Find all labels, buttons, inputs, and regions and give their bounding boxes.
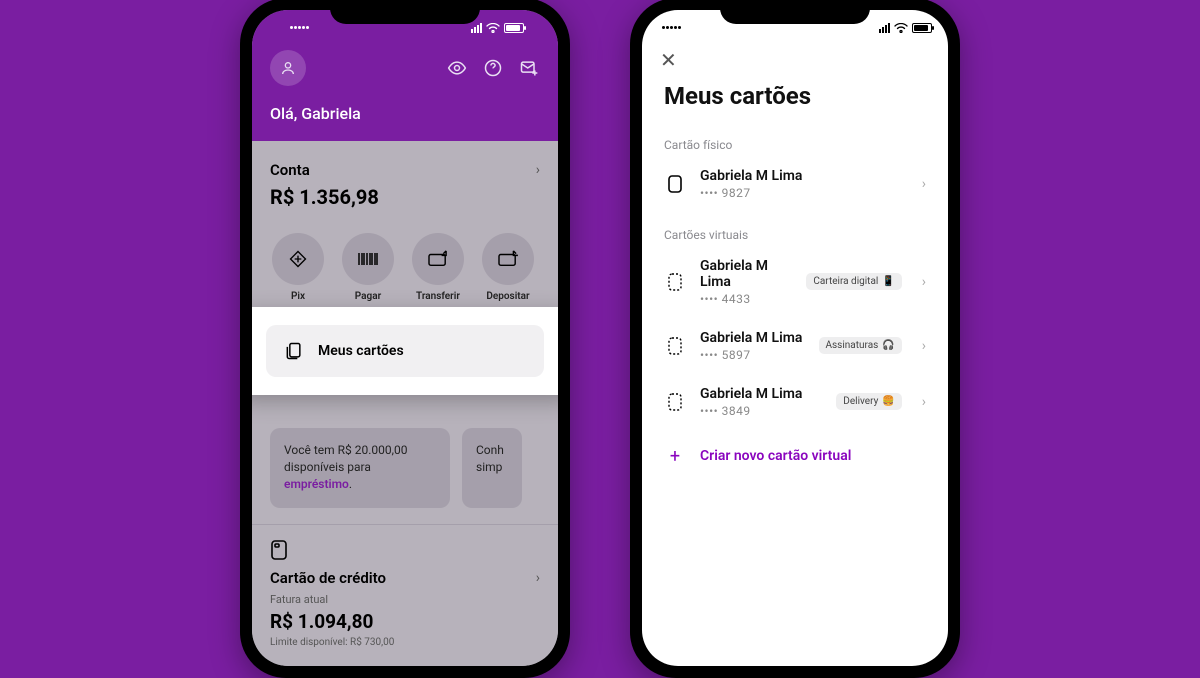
credit-sub: Fatura atual — [270, 593, 540, 606]
account-section[interactable]: Conta › R$ 1.356,98 — [252, 155, 558, 219]
credit-card-section[interactable]: Cartão de crédito › Fatura atual R$ 1.09… — [252, 525, 558, 648]
visibility-toggle[interactable] — [446, 57, 468, 79]
tip-text: disponíveis para — [284, 460, 371, 474]
card-name: Gabriela M Lima — [700, 386, 822, 402]
section-virtual: Cartões virtuais — [642, 222, 948, 246]
card-last4: •••• 5897 — [700, 348, 805, 362]
card-dashed-icon — [667, 392, 683, 412]
chevron-right-icon: › — [922, 338, 926, 354]
greeting: Olá, Gabriela — [270, 104, 540, 123]
wifi-icon — [486, 23, 500, 33]
chevron-right-icon: › — [536, 162, 540, 178]
my-cards-button[interactable]: Meus cartões — [252, 307, 558, 395]
action-label: Depositar — [486, 291, 529, 302]
page-title: Meus cartões — [642, 72, 948, 132]
virtual-card-row[interactable]: Gabriela M Lima •••• 5897 Assinaturas 🎧 … — [642, 318, 948, 374]
help-icon — [483, 58, 503, 78]
action-deposit[interactable]: Depositar — [480, 233, 536, 302]
cards-stack-icon — [284, 341, 304, 361]
card-name: Gabriela M Lima — [700, 168, 902, 184]
physical-card-row[interactable]: Gabriela M Lima •••• 9827 › — [642, 156, 948, 212]
invite-button[interactable] — [518, 57, 540, 79]
phone-cards: ✕ Meus cartões Cartão físico Gabriela M … — [630, 0, 960, 678]
battery-icon — [912, 23, 932, 33]
credit-amount: R$ 1.094,80 — [270, 610, 540, 633]
wifi-icon — [894, 23, 908, 33]
card-dashed-icon — [667, 272, 683, 292]
action-transfer[interactable]: Transferir — [410, 233, 466, 302]
action-pix[interactable]: Pix — [270, 233, 326, 302]
battery-icon — [504, 23, 524, 33]
user-icon — [280, 60, 296, 76]
card-last4: •••• 9827 — [700, 186, 902, 200]
close-button[interactable]: ✕ — [660, 48, 677, 72]
phone-home: Olá, Gabriela Conta › R$ 1.356,98 Pix — [240, 0, 570, 678]
tip-loan[interactable]: Você tem R$ 20.000,00 disponíveis para e… — [270, 428, 450, 508]
section-physical: Cartão físico — [642, 132, 948, 156]
plus-icon: + — [664, 446, 686, 467]
eye-icon — [447, 58, 467, 78]
tip-text: Conh — [476, 443, 504, 457]
tip-text: Você tem R$ 20.000,00 — [284, 443, 407, 457]
card-solid-icon — [667, 174, 683, 194]
action-label: Pix — [291, 291, 305, 302]
tip-text: simp — [476, 460, 502, 474]
card-tag: Assinaturas 🎧 — [819, 337, 902, 354]
transfer-out-icon — [427, 250, 449, 268]
card-last4: •••• 4433 — [700, 292, 792, 306]
help-button[interactable] — [482, 57, 504, 79]
signal-icon — [471, 23, 482, 33]
credit-title: Cartão de crédito — [270, 569, 386, 587]
chevron-right-icon: › — [922, 394, 926, 410]
tip-text: . — [349, 477, 352, 491]
card-tag: Delivery 🍔 — [836, 393, 901, 410]
chevron-right-icon: › — [536, 570, 540, 586]
create-label: Criar novo cartão virtual — [700, 448, 851, 464]
card-icon — [270, 539, 288, 561]
my-cards-label: Meus cartões — [318, 343, 404, 359]
notch — [330, 0, 480, 24]
account-balance: R$ 1.356,98 — [270, 185, 540, 209]
card-name: Gabriela M Lima — [700, 330, 805, 346]
profile-button[interactable] — [270, 50, 306, 86]
card-last4: •••• 3849 — [700, 404, 822, 418]
chevron-right-icon: › — [922, 274, 926, 290]
barcode-icon — [358, 252, 378, 266]
quick-actions: Pix Pagar Transferir Depositar — [252, 219, 558, 308]
chevron-right-icon: › — [922, 176, 926, 192]
card-dashed-icon — [667, 336, 683, 356]
credit-limit: Limite disponível: R$ 730,00 — [270, 637, 540, 648]
account-label: Conta — [270, 161, 310, 179]
tip-partial[interactable]: Conh simp — [462, 428, 522, 508]
card-tag: Carteira digital 📱 — [806, 273, 901, 290]
card-name: Gabriela M Lima — [700, 258, 792, 290]
virtual-card-row[interactable]: Gabriela M Lima •••• 3849 Delivery 🍔 › — [642, 374, 948, 430]
signal-icon — [879, 23, 890, 33]
notch — [720, 0, 870, 24]
transfer-in-icon — [497, 250, 519, 268]
pix-icon — [288, 249, 308, 269]
action-label: Transferir — [416, 291, 460, 302]
mail-plus-icon — [519, 58, 539, 78]
create-virtual-card-button[interactable]: + Criar novo cartão virtual — [642, 430, 948, 483]
action-pay[interactable]: Pagar — [340, 233, 396, 302]
virtual-card-row[interactable]: Gabriela M Lima •••• 4433 Carteira digit… — [642, 246, 948, 318]
tip-emphasis: empréstimo — [284, 477, 349, 491]
action-label: Pagar — [355, 291, 381, 302]
